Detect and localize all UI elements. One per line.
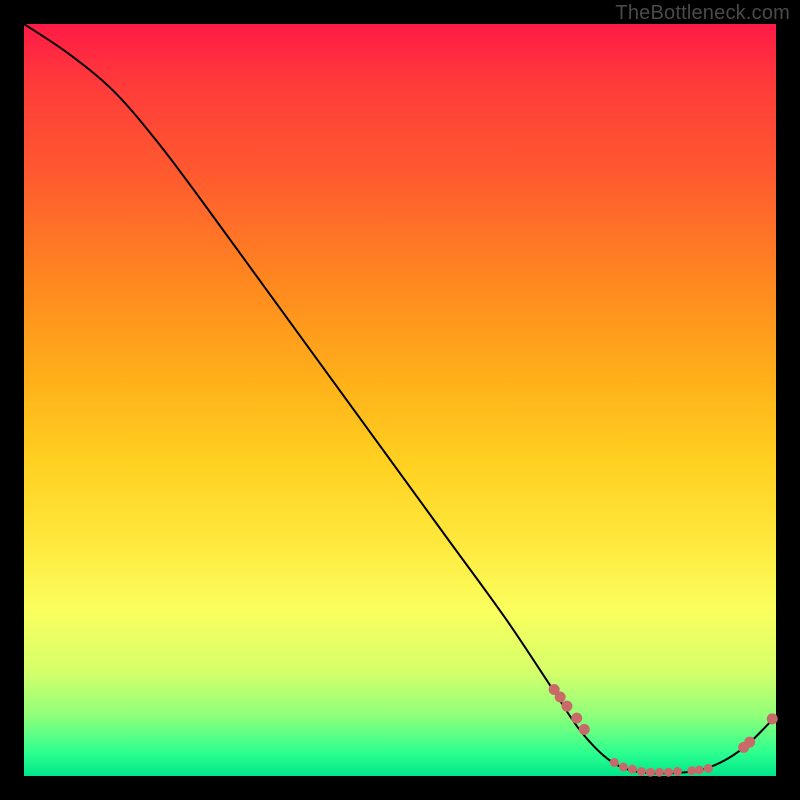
data-point (637, 767, 645, 775)
data-point (695, 766, 703, 774)
bottleneck-curve (24, 24, 776, 773)
data-point (555, 692, 565, 702)
data-point (664, 768, 672, 776)
data-point (655, 768, 663, 776)
data-point (610, 758, 618, 766)
data-point (646, 768, 654, 776)
data-point (745, 737, 755, 747)
data-point (767, 714, 777, 724)
data-point (619, 763, 627, 771)
data-point (628, 765, 636, 773)
data-point (673, 767, 681, 775)
data-point (572, 713, 582, 723)
chart-stage: TheBottleneck.com (0, 0, 800, 800)
data-point (704, 764, 712, 772)
data-point (579, 724, 589, 734)
data-point (562, 701, 572, 711)
chart-svg (0, 0, 800, 800)
data-point (688, 767, 696, 775)
